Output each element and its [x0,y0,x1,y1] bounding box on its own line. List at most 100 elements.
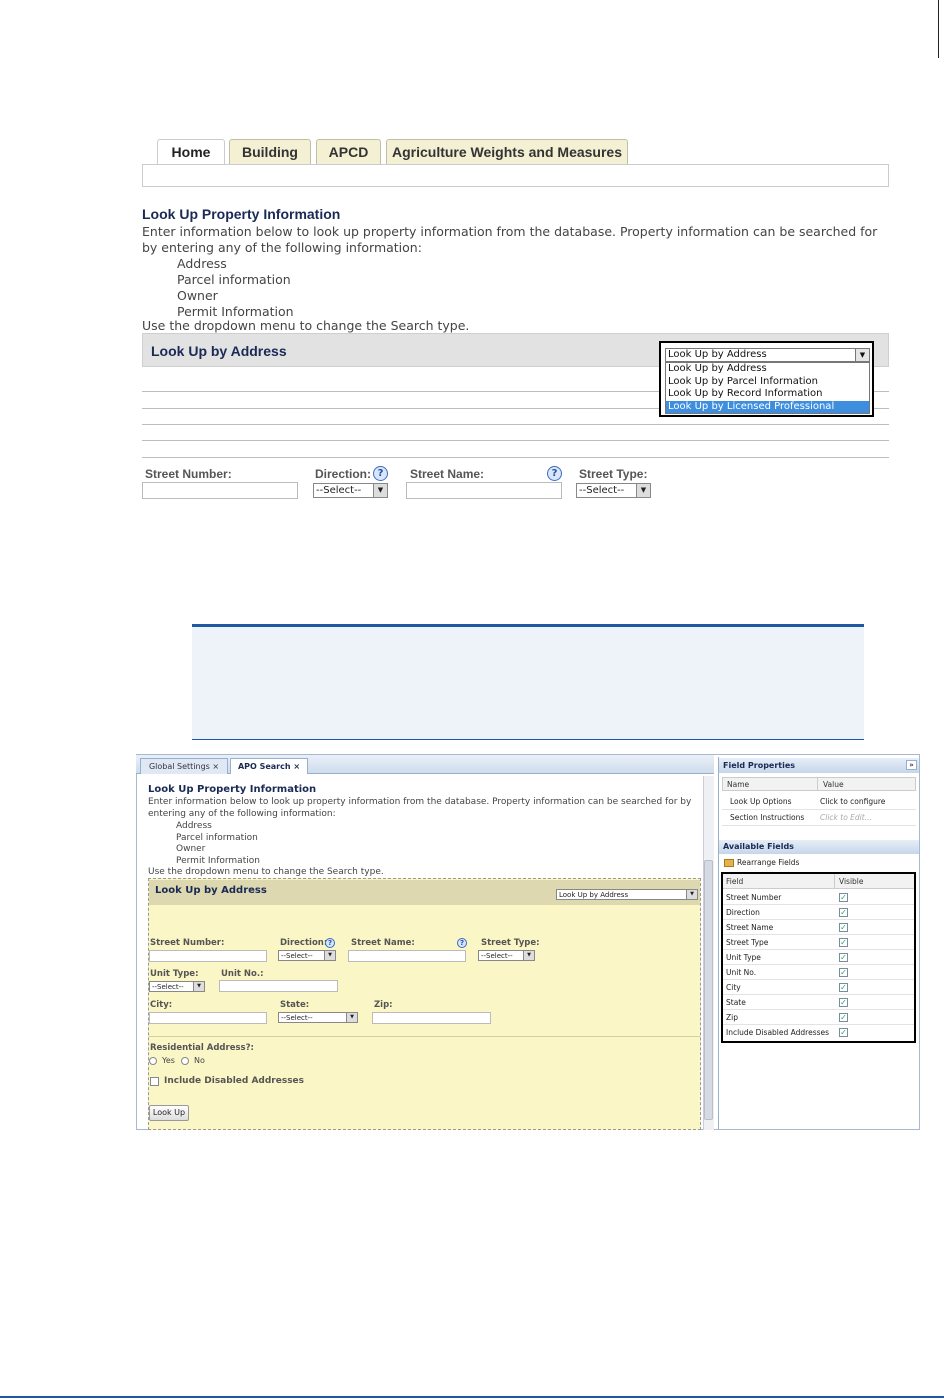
field-row[interactable]: Unit No. ✓ [723,965,914,980]
collapse-icon[interactable]: » [906,760,917,770]
unit-no-input[interactable] [219,980,338,992]
field-row[interactable]: Street Number ✓ [723,890,914,905]
fields-table-header: Field Visible [723,874,914,889]
option-record[interactable]: Look Up by Record Information [666,388,869,401]
chevron-down-icon[interactable]: ▼ [636,484,650,497]
field-row[interactable]: State ✓ [723,995,914,1010]
state-label: State: [280,1000,310,1010]
tab-global-settings[interactable]: Global Settings × [140,758,228,774]
visible-checkbox[interactable]: ✓ [839,998,848,1007]
unit-no-label: Unit No.: [221,969,264,979]
field-name: Street Number [726,893,782,902]
visible-checkbox[interactable]: ✓ [839,983,848,992]
dropdown-hint: Use the dropdown menu to change the Sear… [142,318,470,333]
close-icon[interactable]: × [293,762,300,771]
chevron-down-icon[interactable]: ▼ [855,349,869,361]
street-name-label: Street Name: [410,467,485,481]
rearrange-icon[interactable] [724,859,734,867]
chevron-down-icon[interactable]: ▼ [193,982,204,991]
search-type-select[interactable]: Look Up by Address ▼ [665,348,870,362]
help-icon[interactable]: ? [325,938,335,948]
property-value[interactable]: Click to configure [820,794,885,809]
visible-checkbox[interactable]: ✓ [839,968,848,977]
visible-checkbox[interactable]: ✓ [839,923,848,932]
option-address[interactable]: Look Up by Address [666,363,869,376]
yes-radio[interactable] [149,1057,157,1065]
footer-rule [0,1396,944,1398]
help-icon[interactable]: ? [547,466,562,481]
option-licensed-professional[interactable]: Look Up by Licensed Professional [666,400,869,413]
visible-checkbox[interactable]: ✓ [839,908,848,917]
field-row[interactable]: Include Disabled Addresses ✓ [723,1025,914,1040]
field-name: City [726,983,741,992]
help-icon[interactable]: ? [457,938,467,948]
property-value[interactable]: Click to Edit... [820,810,872,825]
chevron-down-icon[interactable]: ▼ [324,951,335,960]
designer-page-title: Look Up Property Information [148,784,317,795]
state-select[interactable]: --Select-- ▼ [278,1012,358,1023]
rearrange-fields-link[interactable]: Rearrange Fields [737,858,799,867]
selected-value: Look Up by Address [559,891,629,899]
option-parcel[interactable]: Look Up by Parcel Information [666,376,869,389]
search-type-options: Look Up by Address Look Up by Parcel Inf… [665,362,870,414]
field-row[interactable]: Street Name ✓ [723,920,914,935]
property-name: Look Up Options [730,797,792,806]
field-name: Unit Type [726,953,761,962]
street-number-input[interactable] [149,950,267,962]
field-row[interactable]: City ✓ [723,980,914,995]
chevron-down-icon[interactable]: ▼ [346,1013,357,1022]
selected-value: --Select-- [281,1014,313,1022]
unit-type-select[interactable]: --Select-- ▼ [149,981,205,992]
street-name-input[interactable] [348,950,466,962]
field-name: Zip [726,1013,738,1022]
field-row[interactable]: Unit Type ✓ [723,950,914,965]
city-label: City: [150,1000,173,1010]
scroll-thumb[interactable] [704,860,713,1120]
tab-agriculture[interactable]: Agriculture Weights and Measures [386,139,628,164]
look-up-button[interactable]: Look Up [149,1105,189,1121]
street-name-input[interactable] [406,482,562,499]
tab-apcd[interactable]: APCD [316,139,381,164]
property-row[interactable]: Look Up Options Click to configure [722,794,916,810]
visible-checkbox[interactable]: ✓ [839,938,848,947]
street-type-label: Street Type: [579,467,648,481]
property-row[interactable]: Section Instructions Click to Edit... [722,810,916,826]
search-type-dropdown-highlight: Look Up by Address ▼ Look Up by Address … [659,341,874,417]
field-properties-header: Field Properties » [719,758,919,773]
field-name: State [726,998,746,1007]
tab-label: APO Search [237,762,291,771]
direction-select[interactable]: --Select-- ▼ [278,950,336,961]
tab-apo-search[interactable]: APO Search × [230,758,308,774]
direction-select[interactable]: --Select-- ▼ [313,483,388,498]
editable-section[interactable] [148,878,701,1130]
visible-checkbox[interactable]: ✓ [839,893,848,902]
chevron-down-icon[interactable]: ▼ [686,890,697,899]
chevron-down-icon[interactable]: ▼ [373,484,387,497]
field-row[interactable]: Direction ✓ [723,905,914,920]
visible-checkbox[interactable]: ✓ [839,1013,848,1022]
no-radio[interactable] [181,1057,189,1065]
help-icon[interactable]: ? [373,466,388,481]
include-disabled-label: Include Disabled Addresses [164,1076,305,1086]
chevron-down-icon[interactable]: ▼ [523,951,534,960]
visible-checkbox[interactable]: ✓ [839,1028,848,1037]
tab-building[interactable]: Building [229,139,311,164]
tab-home[interactable]: Home [157,139,225,166]
panel-title: Field Properties [723,761,796,770]
designer-search-type-select[interactable]: Look Up by Address ▼ [556,889,698,900]
visible-checkbox[interactable]: ✓ [839,953,848,962]
section-title: Look Up by Address [151,343,287,359]
field-column-header: Field [726,877,744,886]
street-type-select[interactable]: --Select-- ▼ [576,483,651,498]
city-input[interactable] [149,1012,267,1024]
street-number-input[interactable] [142,482,298,499]
section-title: Look Up by Address [155,885,267,896]
street-type-select[interactable]: --Select-- ▼ [478,950,535,961]
include-disabled-checkbox[interactable] [150,1077,159,1086]
yes-label: Yes [162,1056,175,1065]
close-icon[interactable]: × [212,762,219,771]
street-number-label: Street Number: [145,467,232,481]
field-row[interactable]: Street Type ✓ [723,935,914,950]
zip-input[interactable] [372,1012,491,1024]
field-row[interactable]: Zip ✓ [723,1010,914,1025]
